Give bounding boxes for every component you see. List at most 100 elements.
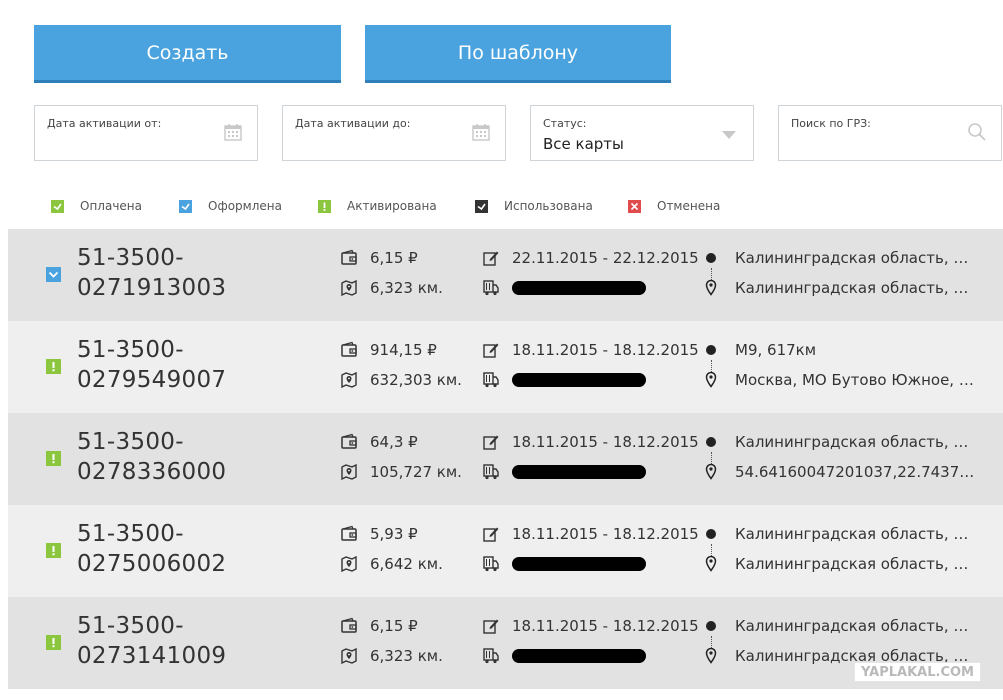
card-cost: 914,15 ₽	[340, 341, 437, 359]
card-row[interactable]: 51-3500- 0279549007 914,15 ₽ 632,303 км.…	[8, 321, 1003, 413]
card-origin: Калининградская область, Советск	[705, 249, 975, 267]
exclamation-icon	[46, 635, 61, 650]
distance-value: 632,303 км.	[370, 371, 462, 389]
cost-value: 6,15 ₽	[370, 249, 418, 267]
calendar-icon[interactable]	[223, 122, 243, 142]
truck-icon	[482, 555, 500, 573]
card-distance: 105,727 км.	[340, 463, 462, 481]
chevron-down-icon[interactable]	[719, 126, 739, 146]
date-from-label: Дата активации от:	[47, 117, 162, 130]
card-distance: 632,303 км.	[340, 371, 462, 389]
origin-value: Калининградская область, Советск	[735, 525, 975, 543]
card-row[interactable]: 51-3500- 0278336000 64,3 ₽ 105,727 км. 1…	[8, 413, 1003, 505]
legend-item-formalized[interactable]: Оформлена	[179, 199, 282, 213]
plate-search-label: Поиск по ГРЗ:	[791, 117, 871, 130]
legend-item-cancelled[interactable]: Отменена	[628, 199, 720, 213]
origin-value: Калининградская область, Советск	[735, 617, 975, 635]
location-pin-icon	[705, 463, 723, 481]
dates-value: 18.11.2015 - 18.12.2015	[512, 525, 699, 543]
cost-value: 6,15 ₽	[370, 617, 418, 635]
card-plate	[482, 463, 646, 481]
exclamation-icon	[46, 451, 61, 466]
card-distance: 6,642 км.	[340, 555, 443, 573]
location-pin-icon	[705, 555, 723, 573]
card-dates: 22.11.2015 - 22.12.2015	[482, 249, 699, 267]
status-label: Статус:	[543, 117, 587, 130]
chevron-down-icon	[46, 267, 61, 282]
destination-value: Калининградская область, Советск	[735, 279, 975, 297]
location-pin-icon	[705, 371, 723, 389]
map-icon	[340, 371, 358, 389]
wallet-icon	[340, 249, 358, 267]
wallet-icon	[340, 525, 358, 543]
cost-value: 5,93 ₽	[370, 525, 418, 543]
create-button[interactable]: Создать	[34, 25, 341, 80]
redacted-plate	[512, 281, 646, 295]
card-number[interactable]: 51-3500- 0278336000	[77, 427, 226, 487]
map-icon	[340, 555, 358, 573]
date-from-field[interactable]: Дата активации от:	[34, 105, 258, 161]
destination-value: Калининградская область, Советск	[735, 555, 975, 573]
status-value: Все карты	[543, 135, 624, 153]
watermark: YAPLAKAL.COM	[854, 662, 981, 682]
exclamation-icon	[318, 199, 331, 213]
card-origin: Калининградская область, Советск	[705, 433, 975, 451]
legend-item-paid[interactable]: Оплачена	[51, 199, 142, 213]
truck-icon	[482, 371, 500, 389]
card-cost: 6,15 ₽	[340, 617, 418, 635]
dates-value: 18.11.2015 - 18.12.2015	[512, 341, 699, 359]
card-row[interactable]: 51-3500- 0271913003 6,15 ₽ 6,323 км. 22.…	[8, 229, 1003, 321]
card-origin: М9, 617км	[705, 341, 975, 359]
origin-dot-icon	[705, 617, 723, 635]
card-dates: 18.11.2015 - 18.12.2015	[482, 525, 699, 543]
dates-value: 18.11.2015 - 18.12.2015	[512, 433, 699, 451]
destination-value: Москва, МО Бутово Южное, улица	[735, 371, 975, 389]
check-icon	[51, 199, 64, 213]
card-number[interactable]: 51-3500- 0273141009	[77, 611, 226, 671]
card-distance: 6,323 км.	[340, 279, 443, 297]
card-cost: 64,3 ₽	[340, 433, 418, 451]
card-destination: Москва, МО Бутово Южное, улица	[705, 371, 975, 389]
location-pin-icon	[705, 647, 723, 665]
close-icon	[628, 199, 641, 213]
exclamation-icon	[46, 359, 61, 374]
template-button[interactable]: По шаблону	[365, 25, 671, 80]
map-icon	[340, 647, 358, 665]
status-select[interactable]: Статус: Все карты	[530, 105, 754, 161]
legend-item-used[interactable]: Использована	[475, 199, 593, 213]
wallet-icon	[340, 617, 358, 635]
edit-icon	[482, 249, 500, 267]
redacted-plate	[512, 649, 646, 663]
legend-item-activated[interactable]: Активирована	[318, 199, 437, 213]
plate-search-input[interactable]: Поиск по ГРЗ:	[778, 105, 1002, 161]
date-to-field[interactable]: Дата активации до:	[282, 105, 506, 161]
search-icon[interactable]	[967, 122, 987, 142]
truck-icon	[482, 647, 500, 665]
origin-dot-icon	[705, 525, 723, 543]
legend-label: Активирована	[347, 199, 437, 213]
distance-value: 6,323 км.	[370, 279, 443, 297]
origin-value: Калининградская область, Советск	[735, 249, 975, 267]
redacted-plate	[512, 465, 646, 479]
dates-value: 18.11.2015 - 18.12.2015	[512, 617, 699, 635]
card-destination: 54.64160047201037,22.74377441406	[705, 463, 975, 481]
dates-value: 22.11.2015 - 22.12.2015	[512, 249, 699, 267]
check-icon	[475, 199, 488, 213]
map-icon	[340, 279, 358, 297]
origin-dot-icon	[705, 249, 723, 267]
wallet-icon	[340, 433, 358, 451]
card-number[interactable]: 51-3500- 0271913003	[77, 243, 226, 303]
edit-icon	[482, 433, 500, 451]
card-origin: Калининградская область, Советск	[705, 617, 975, 635]
edit-icon	[482, 617, 500, 635]
exclamation-icon	[46, 543, 61, 558]
card-number[interactable]: 51-3500- 0279549007	[77, 335, 226, 395]
legend-label: Оформлена	[208, 199, 282, 213]
card-number[interactable]: 51-3500- 0275006002	[77, 519, 226, 579]
card-row[interactable]: 51-3500- 0275006002 5,93 ₽ 6,642 км. 18.…	[8, 505, 1003, 597]
calendar-icon[interactable]	[471, 122, 491, 142]
distance-value: 105,727 км.	[370, 463, 462, 481]
location-pin-icon	[705, 279, 723, 297]
card-cost: 6,15 ₽	[340, 249, 418, 267]
wallet-icon	[340, 341, 358, 359]
